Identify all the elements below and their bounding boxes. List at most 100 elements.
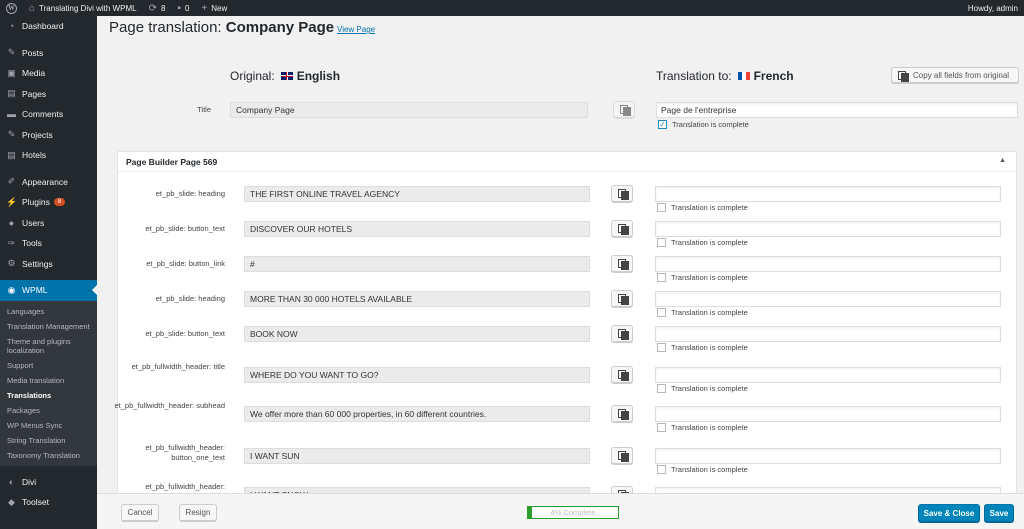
wp-logo[interactable]: W <box>0 0 23 16</box>
copy-field-button[interactable] <box>611 325 633 342</box>
view-page-link[interactable]: View Page <box>337 25 375 34</box>
original-title-field: Company Page <box>230 102 588 118</box>
submenu-support[interactable]: Support <box>0 358 97 373</box>
submenu-packages[interactable]: Packages <box>0 403 97 418</box>
copy-field-button[interactable] <box>611 447 633 464</box>
save-button[interactable]: Save <box>984 504 1014 522</box>
pin-icon: ✎ <box>7 129 16 140</box>
submenu-string-translation[interactable]: String Translation <box>0 433 97 448</box>
sidebar-item-projects[interactable]: ✎ Projects <box>0 125 97 146</box>
comment-icon: ▬ <box>7 109 16 120</box>
title-complete-checkbox[interactable]: ✓ Translation is complete <box>658 120 749 129</box>
sidebar-item-plugins[interactable]: ⚡ Plugins 8 <box>0 192 97 213</box>
copy-icon <box>617 259 629 270</box>
translation-input[interactable] <box>655 367 1001 383</box>
sidebar-item-divi[interactable]: ◐ Divi <box>0 472 97 493</box>
translation-complete-checkbox[interactable]: Translation is complete <box>657 343 748 352</box>
translation-complete-checkbox[interactable]: Translation is complete <box>657 238 748 247</box>
cancel-button[interactable]: Cancel <box>121 504 159 521</box>
submenu-languages[interactable]: Languages <box>0 304 97 319</box>
sidebar-item-posts[interactable]: ✎ Posts <box>0 43 97 64</box>
site-name-link[interactable]: ⌂ Translating Divi with WPML <box>23 0 143 16</box>
row-label: et_pb_slide: button_text <box>145 224 225 233</box>
copy-icon <box>617 294 629 305</box>
sidebar-item-tools[interactable]: ✑ Tools <box>0 233 97 254</box>
resign-button[interactable]: Resign <box>179 504 217 521</box>
comment-icon: ▪ <box>177 2 181 14</box>
submenu-theme-plugins-localization[interactable]: Theme and plugins localization <box>0 334 97 358</box>
sidebar-item-appearance[interactable]: ✐ Appearance <box>0 172 97 193</box>
sidebar-item-media[interactable]: ▣ Media <box>0 63 97 84</box>
admin-sidebar: ◔ Dashboard ✎ Posts ▣ Media ▤ Pages ▬ Comment… <box>0 16 97 529</box>
submenu-translation-management[interactable]: Translation Management <box>0 319 97 334</box>
translation-input[interactable] <box>655 326 1001 342</box>
updates-link[interactable]: ⟳ 8 <box>143 0 172 16</box>
editor-footer: Cancel Resign 4% Complete Save & Close S… <box>97 493 1024 529</box>
checkbox-icon <box>657 238 666 247</box>
sidebar-item-hotels[interactable]: ▤ Hotels <box>0 145 97 166</box>
original-text-field: BOOK NOW <box>244 326 590 342</box>
row-label: et_pb_slide: heading <box>155 294 225 303</box>
original-text-field: We offer more than 60 000 properties, in… <box>244 406 590 422</box>
translation-input[interactable] <box>655 221 1001 237</box>
copy-field-button[interactable] <box>611 255 633 272</box>
main-content: Page translation: Company Page View Page… <box>97 16 1024 529</box>
plug-icon: ⚡ <box>6 196 18 207</box>
plugins-update-badge: 8 <box>53 198 66 207</box>
sidebar-item-dashboard[interactable]: ◔ Dashboard <box>0 16 97 37</box>
page-builder-header[interactable]: Page Builder Page 569 <box>118 152 1016 172</box>
translation-complete-checkbox[interactable]: Translation is complete <box>657 465 748 474</box>
translation-language-heading: Translation to: French <box>656 69 794 83</box>
sidebar-item-users[interactable]: ● Users <box>0 213 97 234</box>
pin-icon: ✎ <box>7 47 16 58</box>
copy-all-fields-button[interactable]: Copy all fields from original <box>891 67 1019 83</box>
translation-complete-checkbox[interactable]: Translation is complete <box>657 384 748 393</box>
copy-icon <box>617 370 629 381</box>
sidebar-item-settings[interactable]: ⚙ Settings <box>0 254 97 275</box>
copy-icon <box>898 70 909 82</box>
copy-field-button[interactable] <box>611 405 633 422</box>
sidebar-item-comments[interactable]: ▬ Comments <box>0 104 97 125</box>
copy-field-button[interactable] <box>611 290 633 307</box>
original-language-heading: Original: English <box>230 69 341 83</box>
sidebar-item-pages[interactable]: ▤ Pages <box>0 84 97 105</box>
translation-input[interactable] <box>655 448 1001 464</box>
submenu-translations[interactable]: Translations <box>0 388 97 403</box>
translation-complete-checkbox[interactable]: Translation is complete <box>657 423 748 432</box>
copy-field-button[interactable] <box>611 220 633 237</box>
checkbox-icon <box>657 273 666 282</box>
translation-input[interactable] <box>655 406 1001 422</box>
row-label: et_pb_fullwidth_header: title <box>131 362 225 371</box>
brush-icon: ✐ <box>7 176 16 187</box>
copy-title-button[interactable] <box>613 101 635 118</box>
title-label: Title <box>197 105 211 114</box>
translation-complete-checkbox[interactable]: Translation is complete <box>657 273 748 282</box>
wordpress-icon: W <box>6 2 17 14</box>
submenu-media-translation[interactable]: Media translation <box>0 373 97 388</box>
sidebar-item-toolset[interactable]: ◆ Toolset <box>0 492 97 513</box>
copy-field-button[interactable] <box>611 185 633 202</box>
translation-input[interactable] <box>655 186 1001 202</box>
original-text-field: DISCOVER OUR HOTELS <box>244 221 590 237</box>
submenu-wp-menus-sync[interactable]: WP Menus Sync <box>0 418 97 433</box>
original-text-field: THE FIRST ONLINE TRAVEL AGENCY <box>244 186 590 202</box>
sidebar-item-wpml[interactable]: ◉ WPML <box>0 280 97 301</box>
copy-field-button[interactable] <box>611 366 633 383</box>
save-close-button[interactable]: Save & Close <box>918 504 980 522</box>
comments-link[interactable]: ▪ 0 <box>171 0 195 16</box>
translated-title-input[interactable]: Page de l'entreprise <box>656 102 1018 118</box>
collapse-arrow-icon[interactable]: ▲ <box>999 157 1006 164</box>
translation-input[interactable] <box>655 291 1001 307</box>
submenu-taxonomy-translation[interactable]: Taxonomy Translation <box>0 448 97 463</box>
plus-icon: + <box>201 2 208 14</box>
translation-complete-checkbox[interactable]: Translation is complete <box>657 203 748 212</box>
dashboard-icon: ◔ <box>8 21 15 32</box>
account-link[interactable]: Howdy, admin <box>962 0 1024 16</box>
new-content-link[interactable]: + New <box>195 0 233 16</box>
translation-complete-checkbox[interactable]: Translation is complete <box>657 308 748 317</box>
page-title: Page translation: Company Page <box>109 19 335 36</box>
checkbox-icon <box>657 343 666 352</box>
translation-input[interactable] <box>655 256 1001 272</box>
copy-icon <box>617 329 629 340</box>
checkbox-icon <box>657 308 666 317</box>
